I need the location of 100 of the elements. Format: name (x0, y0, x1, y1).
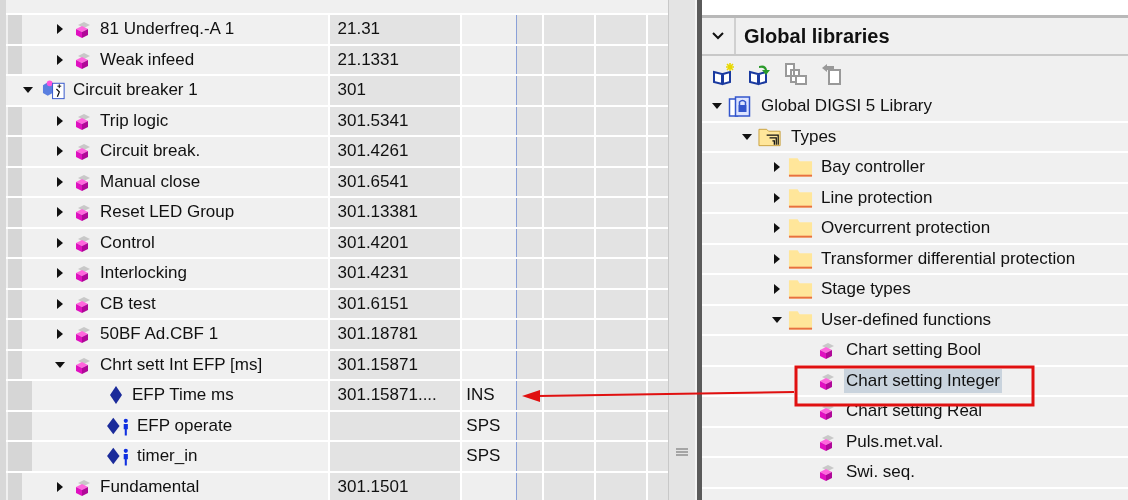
table-cell (648, 137, 668, 166)
tree-item-label[interactable]: EFP Time ms (132, 385, 234, 406)
library-item[interactable]: Transformer differential protection (819, 246, 1078, 271)
expand-arrow-icon[interactable] (55, 329, 65, 340)
table-cell (648, 289, 668, 318)
row-header-cell[interactable] (8, 259, 22, 288)
library-item[interactable]: Global DIGSI 5 Library (759, 94, 934, 119)
library-item[interactable]: Types (789, 124, 839, 149)
folder-icon (788, 278, 813, 301)
row-header-cell[interactable] (8, 381, 32, 410)
address-cell: 301.1501 (329, 472, 463, 500)
tree-item-label[interactable]: EFP operate (137, 415, 233, 436)
address-cell: 301.15871 (329, 350, 463, 379)
row-header-cell[interactable] (8, 472, 22, 500)
folder-icon (788, 156, 813, 179)
address-cell: 301.4231 (329, 259, 463, 288)
address-cell: 301.6541 (329, 167, 463, 196)
tree-item-label[interactable]: Reset LED Group (100, 202, 235, 223)
address-cell: 301.4201 (329, 228, 463, 257)
tree-item-label[interactable]: Control (100, 232, 155, 253)
row-header-cell[interactable] (8, 442, 32, 471)
row-header-cell[interactable] (8, 289, 22, 318)
panel-title: Global libraries (743, 23, 890, 49)
library-item[interactable]: User-defined functions (819, 307, 994, 332)
expand-arrow-icon[interactable] (55, 207, 65, 218)
expand-arrow-icon[interactable] (55, 115, 65, 126)
tree-item-label[interactable]: 50BF Ad.CBF 1 (100, 324, 219, 345)
expand-arrow-icon[interactable] (55, 54, 65, 65)
row-header-cell[interactable] (8, 167, 22, 196)
expand-arrow-icon[interactable] (55, 237, 65, 248)
collapse-arrow-icon[interactable] (742, 131, 752, 142)
table-cell (648, 411, 668, 440)
address-cell: 301.13381 (329, 198, 463, 227)
row-header-cell[interactable] (8, 350, 22, 379)
row-header-cell[interactable] (8, 198, 22, 227)
expand-arrow-icon[interactable] (772, 162, 782, 173)
tree-item-label[interactable]: Trip logic (100, 110, 169, 131)
scroll-bar[interactable] (668, 0, 695, 500)
tree-item-label[interactable]: 81 Underfreq.-A 1 (100, 19, 235, 40)
row-header-cell[interactable] (8, 15, 22, 44)
tree-item-label[interactable]: timer_in (137, 446, 198, 467)
row-header-cell[interactable] (8, 137, 22, 166)
library-item[interactable]: Puls.met.val. (844, 429, 946, 454)
library-item[interactable]: Line protection (819, 185, 935, 210)
function-group-icon (42, 79, 67, 102)
address-cell: 301.18781 (329, 320, 463, 349)
address-cell: 301.5341 (329, 106, 463, 135)
collapse-chevron-icon[interactable] (712, 32, 724, 40)
library-item[interactable]: Swi. seq. (844, 460, 917, 485)
tree-item-label[interactable]: CB test (100, 293, 156, 314)
expand-arrow-icon[interactable] (772, 284, 782, 295)
folder-icon (788, 186, 813, 209)
row-header-cell[interactable] (8, 45, 22, 74)
tree-item-label[interactable]: Manual close (100, 171, 201, 192)
table-cell (648, 106, 668, 135)
expand-arrow-icon[interactable] (55, 146, 65, 157)
folder-icon (788, 308, 813, 331)
expand-arrow-icon[interactable] (55, 298, 65, 309)
collapse-arrow-icon[interactable] (772, 314, 782, 325)
diamond-person-icon (106, 445, 131, 468)
tree-item-label[interactable]: Circuit break. (100, 141, 201, 162)
expand-arrow-icon[interactable] (55, 268, 65, 279)
folder-icon (788, 247, 813, 270)
table-cell (648, 15, 668, 44)
collapse-arrow-icon[interactable] (55, 359, 65, 370)
expand-arrow-icon[interactable] (772, 192, 782, 203)
expand-arrow-icon[interactable] (772, 253, 782, 264)
expand-arrow-icon[interactable] (55, 24, 65, 35)
library-item[interactable]: Overcurrent protection (819, 216, 993, 241)
table-cell (648, 228, 668, 257)
expand-arrow-icon[interactable] (772, 223, 782, 234)
tree-item-label[interactable]: Fundamental (100, 476, 200, 497)
row-header-cell[interactable] (8, 106, 22, 135)
library-item[interactable]: Chart setting Bool (844, 338, 984, 363)
address-cell: 301 (329, 76, 463, 105)
tree-item-label[interactable]: Chrt sett Int EFP [ms] (100, 354, 263, 375)
address-cell: 21.1331 (329, 45, 463, 74)
table-cell (648, 381, 668, 410)
table-cell (648, 45, 668, 74)
row-header-cell[interactable] (8, 320, 22, 349)
return-icon[interactable] (820, 62, 844, 86)
address-cell: 301.4261 (329, 137, 463, 166)
library-item[interactable]: Stage types (819, 277, 913, 302)
tree-item-label[interactable]: Interlocking (100, 263, 187, 284)
expand-arrow-icon[interactable] (55, 176, 65, 187)
save-icon[interactable] (784, 62, 808, 86)
row-header-cell[interactable] (8, 411, 32, 440)
expand-arrow-icon[interactable] (55, 481, 65, 492)
grip-icon[interactable] (676, 448, 688, 458)
panel-splitter[interactable] (695, 0, 702, 500)
new-library-icon[interactable] (712, 62, 736, 86)
table-cell (648, 198, 668, 227)
table-cell (648, 167, 668, 196)
library-item[interactable]: Bay controller (819, 155, 927, 180)
library-item[interactable]: Chart setting Integer (844, 368, 1003, 393)
tree-item-label[interactable]: Weak infeed (100, 49, 195, 70)
row-header-cell[interactable] (8, 228, 22, 257)
tree-item-label[interactable]: Circuit breaker 1 (73, 80, 198, 101)
address-cell: 301.15871.... (329, 381, 463, 410)
address-cell: 301.6151 (329, 289, 463, 318)
